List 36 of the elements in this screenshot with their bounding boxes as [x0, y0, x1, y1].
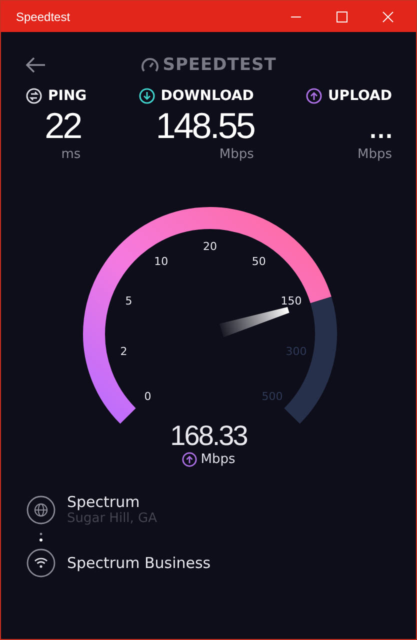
gauge-reading: 168.33	[170, 420, 247, 452]
close-icon[interactable]	[382, 10, 394, 22]
gauge-tick-label: 5	[125, 294, 132, 308]
maximize-icon[interactable]	[336, 10, 348, 22]
stat-label: DOWNLOAD	[160, 88, 254, 104]
stat-unit: ms	[61, 146, 81, 164]
globe-icon	[26, 494, 56, 524]
gauge-tick-label: 10	[154, 254, 168, 268]
wifi-icon	[26, 548, 56, 578]
server-name[interactable]: Spectrum Business	[67, 554, 211, 572]
stat-value: ...	[368, 106, 392, 146]
isp-name: Spectrum	[67, 493, 141, 511]
gauge-tick-label: 150	[280, 294, 302, 308]
stat-icon	[26, 88, 42, 104]
stat-unit: Mbps	[357, 146, 392, 164]
gauge-tick-label: 500	[262, 390, 283, 404]
gauge-tick-label: 0	[144, 390, 152, 404]
gauge-tick-label: 20	[203, 240, 217, 253]
reading-unit: Mbps	[200, 452, 236, 467]
stat-icon	[138, 88, 155, 104]
gauge-tick-label: 2	[120, 345, 128, 358]
stat-icon	[306, 88, 322, 104]
gauge-tick-label: 300	[286, 345, 307, 358]
stat-unit: Mbps	[219, 146, 254, 164]
gauge-needle	[219, 307, 290, 338]
upload-icon	[182, 452, 197, 467]
connector-dots-icon	[39, 532, 43, 542]
gauge-tick-label: 50	[252, 254, 266, 268]
back-arrow-icon[interactable]	[26, 57, 46, 73]
logo-text: SPEEDTEST	[162, 55, 276, 75]
stat-label: UPLOAD	[328, 88, 392, 104]
gauge-icon	[140, 57, 159, 73]
stat-value: 22	[44, 106, 81, 146]
stat-value: 148.55	[156, 106, 254, 146]
stat-label: PING	[48, 88, 87, 104]
window-title: Speedtest	[16, 10, 70, 24]
